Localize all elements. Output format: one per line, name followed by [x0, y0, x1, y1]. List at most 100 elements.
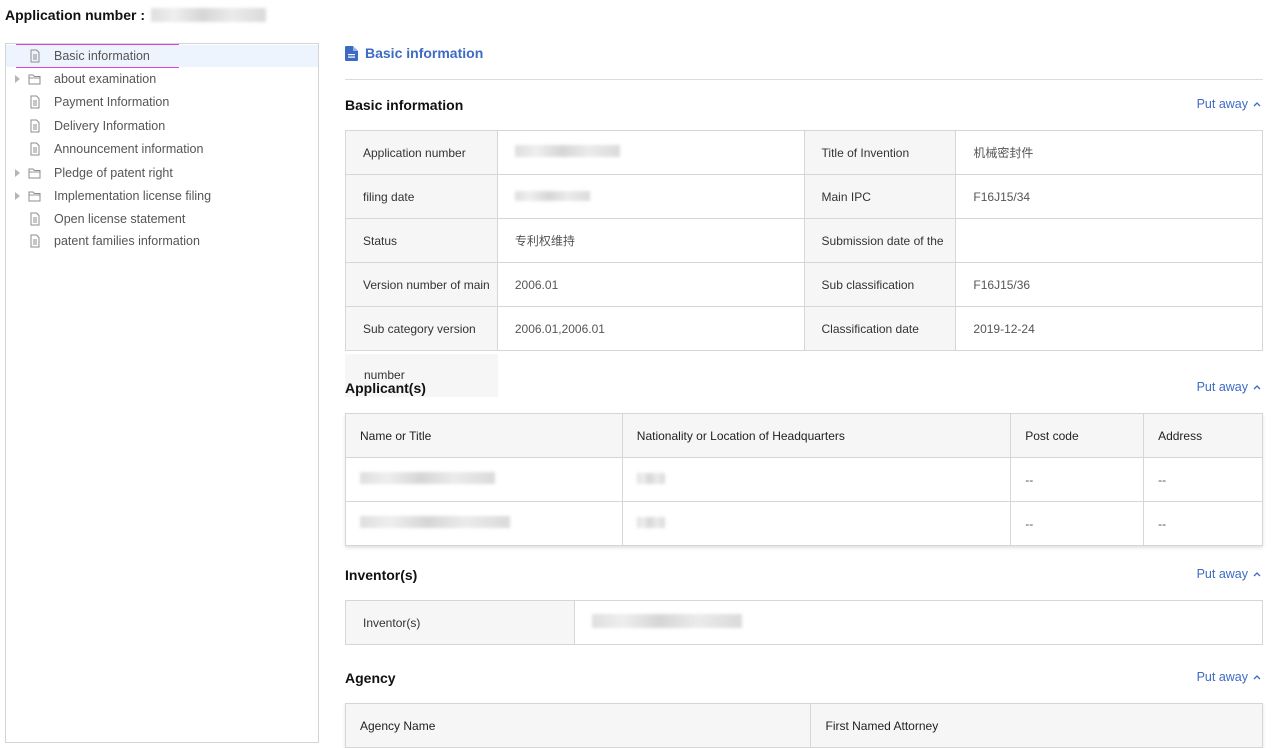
field-value — [955, 218, 1263, 263]
field-value: 2019-12-24 — [955, 306, 1263, 351]
field-value — [496, 174, 805, 219]
document-icon — [28, 142, 42, 156]
table-row: -- -- — [345, 501, 1263, 546]
table-row: Application number Title of Invention 机械密封… — [345, 130, 1263, 175]
field-label: Main IPC — [803, 174, 957, 219]
field-label: Status — [345, 218, 498, 263]
inventors-table: Inventor(s) — [345, 600, 1264, 645]
sidebar-item-label: Payment Information — [54, 95, 170, 109]
applicant-postcode: -- — [1010, 501, 1145, 546]
applicants-collapse[interactable]: Put away — [1197, 380, 1261, 394]
sidebar-item-pledge-of-patent-right[interactable]: Pledge of patent right — [6, 162, 318, 184]
collapse-label: Put away — [1196, 567, 1248, 581]
folder-icon — [28, 72, 42, 86]
applicants-heading: Applicant(s) — [345, 380, 426, 396]
sidebar-item-label: Open license statement — [54, 212, 186, 226]
document-icon — [345, 45, 358, 61]
sidebar-item-label: Basic information — [54, 49, 150, 63]
field-label: Sub classification — [803, 262, 957, 307]
sidebar-item-label: Delivery Information — [54, 119, 166, 133]
sidebar-item-label: about examination — [54, 72, 157, 86]
table-row: Inventor(s) — [345, 600, 1264, 645]
table-row: Version number of main 2006.01 Sub classif… — [345, 262, 1263, 307]
inventors-label: Inventor(s) — [345, 600, 575, 645]
table-row: Sub category version 2006.01,2006.01 Class… — [345, 306, 1263, 351]
inventors-value — [573, 600, 1264, 645]
collapse-label: Put away — [1196, 670, 1248, 684]
application-number-header: Application number : — [5, 5, 266, 25]
agency-table: Agency Name First Named Attorney — [344, 703, 1263, 748]
column-header: Name or Title — [345, 413, 623, 458]
sidebar-item-patent-families-information[interactable]: patent families information — [6, 230, 318, 252]
basic-info-collapse[interactable]: Put away — [1197, 97, 1261, 111]
field-label: Version number of main — [345, 262, 498, 307]
document-icon — [28, 95, 42, 109]
page-title-text: Basic information — [365, 45, 484, 61]
document-icon — [28, 234, 42, 248]
chevron-up-icon — [1253, 102, 1261, 107]
field-label: Classification date — [803, 306, 957, 351]
expand-caret-icon[interactable] — [15, 75, 20, 83]
document-icon — [28, 119, 42, 133]
field-label: Submission date of the — [803, 218, 957, 263]
collapse-label: Put away — [1196, 380, 1248, 394]
application-number-redacted — [151, 8, 266, 22]
folder-icon — [28, 189, 42, 203]
field-value: 专利权维持 — [496, 218, 805, 263]
sidebar-item-label: Pledge of patent right — [54, 166, 173, 180]
sidebar-item-basic-information[interactable]: Basic information — [6, 45, 318, 67]
column-header: Address — [1143, 413, 1263, 458]
applicant-nationality — [621, 457, 1012, 502]
field-label: Title of Invention — [803, 130, 957, 175]
agency-collapse[interactable]: Put away — [1197, 670, 1261, 684]
column-header: Nationality or Location of Headquarters — [621, 413, 1012, 458]
sidebar-tree: Basic information about examination Paymen… — [5, 43, 319, 743]
chevron-up-icon — [1253, 675, 1261, 680]
basic-info-table: Application number Title of Invention 机械密封… — [345, 130, 1263, 351]
applicant-name — [345, 457, 623, 502]
applicant-address: -- — [1143, 457, 1263, 502]
field-value: F16J15/34 — [955, 174, 1263, 219]
sidebar-item-delivery-information[interactable]: Delivery Information — [6, 115, 318, 137]
title-divider — [345, 79, 1263, 80]
document-icon — [28, 49, 42, 63]
sidebar-item-implementation-license-filing[interactable]: Implementation license filing — [6, 185, 318, 207]
applicant-nationality — [621, 501, 1012, 546]
field-value: 机械密封件 — [955, 130, 1263, 175]
field-value: 2006.01,2006.01 — [496, 306, 805, 351]
sidebar-item-open-license-statement[interactable]: Open license statement — [6, 208, 318, 230]
field-value: F16J15/36 — [955, 262, 1263, 307]
chevron-up-icon — [1253, 572, 1261, 577]
inventors-heading: Inventor(s) — [345, 567, 418, 583]
sidebar-item-label: Announcement information — [54, 142, 204, 156]
field-value — [496, 130, 805, 175]
field-value: 2006.01 — [496, 262, 805, 307]
sidebar-item-payment-information[interactable]: Payment Information — [6, 91, 318, 113]
agency-heading: Agency — [345, 670, 396, 686]
applicants-table: Name or Title Nationality or Location of … — [345, 413, 1263, 546]
field-label: Application number — [345, 130, 498, 175]
page-title: Basic information — [345, 43, 483, 63]
sidebar-item-label: Implementation license filing — [54, 189, 212, 203]
collapse-label: Put away — [1196, 97, 1248, 111]
table-row: -- -- — [345, 457, 1263, 502]
table-row: filing date Main IPC F16J15/34 — [345, 174, 1263, 219]
field-label: Sub category version — [345, 306, 498, 351]
inventors-collapse[interactable]: Put away — [1197, 567, 1261, 581]
expand-caret-icon[interactable] — [15, 169, 20, 177]
column-header: First Named Attorney — [810, 703, 1263, 748]
basic-info-heading: Basic information — [345, 97, 464, 113]
expand-caret-icon[interactable] — [15, 192, 20, 200]
applicant-address: -- — [1143, 501, 1263, 546]
chevron-up-icon — [1253, 385, 1261, 390]
sidebar-item-announcement-information[interactable]: Announcement information — [6, 138, 318, 160]
applicant-postcode: -- — [1010, 457, 1145, 502]
folder-icon — [28, 166, 42, 180]
column-header: Post code — [1010, 413, 1145, 458]
application-number-label: Application number : — [5, 7, 145, 23]
table-row: Status 专利权维持 Submission date of the — [345, 218, 1263, 263]
document-icon — [28, 212, 42, 226]
applicant-name — [345, 501, 623, 546]
sidebar-item-about-examination[interactable]: about examination — [6, 68, 318, 90]
sidebar-item-label: patent families information — [54, 234, 200, 248]
